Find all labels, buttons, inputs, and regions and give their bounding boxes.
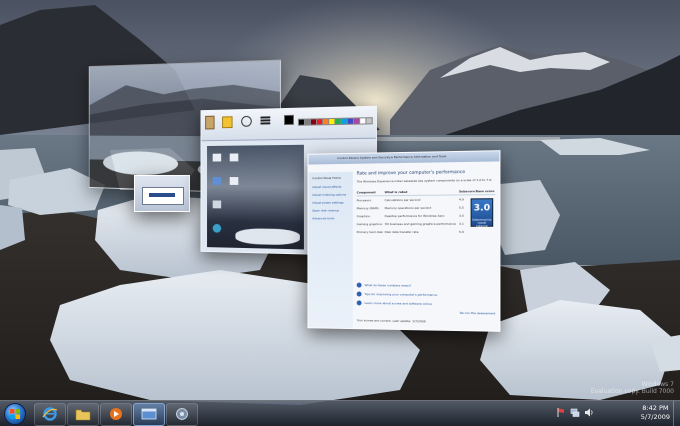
sidebar-link-visual-effects[interactable]: Adjust visual effects [312,185,353,189]
page-subtitle: The Windows Experience Index assesses ke… [356,177,493,184]
help-link[interactable]: What do these numbers mean? [356,282,496,289]
taskbar: 8:42 PM 5/7/2009 [0,400,680,426]
control-panel-window[interactable]: Control Panel ▸ System and Security ▸ Pe… [307,150,501,332]
last-update-text: Your scores are current. Last update: 1/… [356,318,426,324]
page-title: Rate and improve your computer's perform… [356,170,466,177]
paint-ribbon [201,106,376,142]
sidebar-home-link[interactable]: Control Panel Home [312,176,353,180]
paste-icon[interactable] [205,115,215,130]
canvas-icon [212,177,222,185]
help-link-label[interactable]: What do these numbers mean? [365,283,412,287]
window-taskbar-button[interactable] [133,403,165,426]
canvas-icon [229,153,239,162]
help-links: What do these numbers mean? Tips for imp… [356,282,496,320]
help-icon [356,291,362,297]
help-icon [356,300,362,306]
volume-icon[interactable] [584,407,594,418]
control-panel-icon [176,408,188,420]
base-score-caption: Determined by lowest subscore [472,218,492,228]
score-cell: 5.9 [458,229,464,234]
show-desktop-button[interactable] [673,401,680,426]
internet-explorer-taskbar-button[interactable] [34,403,66,426]
action-center-flag-icon[interactable] [556,407,566,418]
brush-icon[interactable] [222,116,233,129]
paint-canvas[interactable] [207,144,304,250]
size-icon[interactable] [260,116,271,119]
table-row: Primary hard disk: Disk data transfer ra… [357,228,496,236]
folder-icon [75,409,91,421]
tips-link[interactable]: Tips for improving your computer's perfo… [356,291,496,299]
rerun-assessment-link[interactable]: Re-run the assessment [357,309,495,316]
watermark-line-1: Windows 7 [641,381,674,388]
windows-logo-icon [10,409,20,419]
help-icon [356,282,362,288]
canvas-ice [235,228,300,246]
control-panel-titlebar[interactable]: Control Panel ▸ System and Security ▸ Pe… [308,151,500,165]
media-player-icon [110,408,122,420]
taskbar-clock[interactable]: 8:42 PM 5/7/2009 [641,404,670,421]
shapes-icon[interactable] [241,115,252,127]
clock-time: 8:42 PM [642,404,669,412]
active-color-icon[interactable] [284,114,294,126]
watermark-line-2: Evaluation copy. Build 7000 [590,388,674,395]
learn-more-link-label[interactable]: Learn more about scores and software onl… [365,301,432,306]
learn-more-link[interactable]: Learn more about scores and software onl… [356,300,496,307]
start-button[interactable] [4,403,26,425]
base-score-value: 3.0 [473,203,491,214]
dialog-content [142,187,184,205]
control-panel-sidebar: Control Panel Home Adjust visual effects… [308,171,353,329]
explorer-taskbar-button[interactable] [67,403,99,426]
address-bar[interactable]: Control Panel ▸ System and Security ▸ Pe… [337,154,446,160]
sidebar-link-indexing[interactable]: Adjust indexing options [312,193,353,197]
media-player-taskbar-button[interactable] [100,403,132,426]
sidebar-link-advanced-tools[interactable]: Advanced tools [312,216,353,220]
window-icon [141,408,157,420]
network-icon[interactable] [570,407,580,418]
control-panel-taskbar-button[interactable] [166,403,198,426]
desktop-watermark: Windows 7 Evaluation copy. Build 7000 [591,381,674,395]
base-score-badge: 3.0 Determined by lowest subscore [470,198,494,228]
rated-cell: 3D business and gaming graphics performa… [384,221,456,227]
internet-explorer-icon [42,407,58,421]
canvas-icon [212,223,222,233]
sidebar-link-disk-cleanup[interactable]: Open disk cleanup [312,208,353,212]
component-cell: Primary hard disk: [356,230,384,235]
component-cell: Gaming graphics: [356,222,383,227]
canvas-icon [212,153,222,162]
control-panel-main: Rate and improve your computer's perform… [356,170,496,327]
palette-swatch[interactable] [365,117,373,125]
tips-link-label[interactable]: Tips for improving your computer's perfo… [365,292,438,297]
component-cell: Graphics: [356,214,371,219]
canvas-icon [212,200,222,209]
dialog-window[interactable] [134,175,190,212]
canvas-icon [229,177,239,185]
component-cell: Memory (RAM): [356,206,380,211]
component-cell: Processor: [356,198,372,203]
rated-cell: Disk data transfer rate [384,229,419,235]
clock-date: 5/7/2009 [640,412,670,421]
sidebar-link-power[interactable]: Adjust power settings [312,200,353,205]
